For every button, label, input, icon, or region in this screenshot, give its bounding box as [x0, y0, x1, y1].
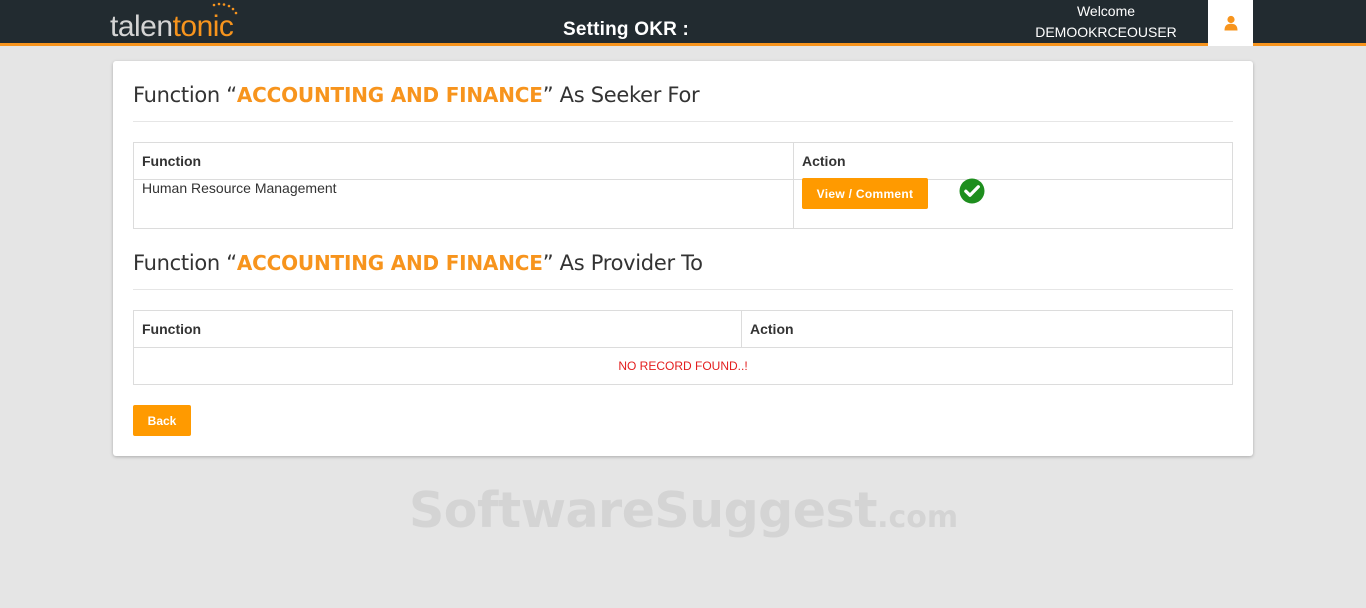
- check-circle-icon: [959, 178, 985, 204]
- seeker-function-name: ACCOUNTING AND FINANCE: [236, 83, 543, 107]
- seeker-title-prefix: Function “: [133, 83, 237, 107]
- row-action-cell: View / Comment: [793, 178, 1233, 229]
- seeker-col-action: Action: [793, 142, 1233, 180]
- seeker-divider: [133, 121, 1233, 122]
- table-row: Human Resource Management View / Comment: [133, 178, 1233, 229]
- provider-col-action: Action: [741, 310, 1233, 348]
- view-comment-button[interactable]: View / Comment: [802, 178, 928, 209]
- watermark-main: SoftwareSuggest: [409, 482, 878, 539]
- provider-divider: [133, 289, 1233, 290]
- seeker-col-function: Function: [133, 142, 794, 180]
- provider-function-name: ACCOUNTING AND FINANCE: [236, 251, 543, 275]
- provider-section-title: Function “ACCOUNTING AND FINANCE” As Pro…: [133, 251, 703, 275]
- main-card: Function “ACCOUNTING AND FINANCE” As See…: [113, 61, 1253, 456]
- user-icon: [1224, 15, 1237, 31]
- username-label: DEMOOKRCEOUSER: [1035, 24, 1177, 40]
- table-row-empty: NO RECORD FOUND..!: [133, 347, 1233, 385]
- seeker-section-title: Function “ACCOUNTING AND FINANCE” As See…: [133, 83, 700, 107]
- top-navbar: talentonic Setting OKR : Welcome DEMOOKR…: [0, 0, 1366, 46]
- no-record-message: NO RECORD FOUND..!: [133, 347, 1233, 385]
- welcome-label: Welcome: [1076, 3, 1136, 19]
- provider-title-prefix: Function “: [133, 251, 237, 275]
- provider-col-function: Function: [133, 310, 742, 348]
- logo-text-talen: talen: [110, 10, 173, 43]
- logo-dots-icon: [212, 2, 238, 15]
- talentonic-logo[interactable]: talentonic: [110, 2, 238, 46]
- watermark-domain: .com: [877, 500, 959, 535]
- seeker-table: Function Action Human Resource Managemen…: [133, 142, 1233, 229]
- page-title: Setting OKR :: [562, 19, 690, 40]
- provider-title-suffix: ” As Provider To: [542, 251, 703, 275]
- row-function-cell: Human Resource Management: [133, 179, 794, 229]
- welcome-block: Welcome DEMOOKRCEOUSER: [1026, 2, 1186, 41]
- user-menu-button[interactable]: [1208, 0, 1253, 46]
- back-button[interactable]: Back: [133, 405, 191, 436]
- provider-table: Function Action NO RECORD FOUND..!: [133, 310, 1233, 385]
- seeker-title-suffix: ” As Seeker For: [542, 83, 700, 107]
- watermark: SoftwareSuggest.com: [409, 482, 958, 539]
